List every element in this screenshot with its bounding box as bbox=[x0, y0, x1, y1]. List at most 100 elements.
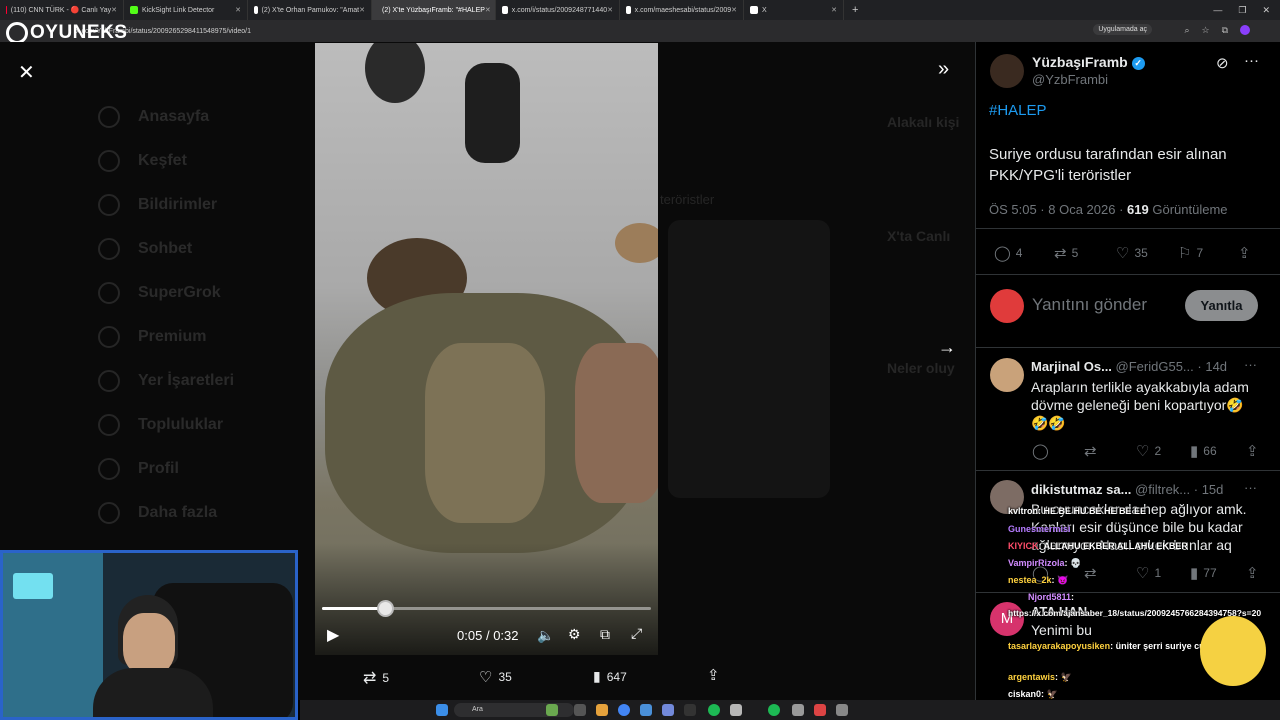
browser-tab[interactable]: X ✕ bbox=[744, 0, 844, 20]
webcam-overlay bbox=[0, 550, 298, 720]
repost-button[interactable]: ⇄ bbox=[1084, 442, 1102, 460]
views-icon: ▮ bbox=[593, 668, 601, 684]
chat-line: KIYICK: ALLAHU EKBER ALLAHU EKBER bbox=[1008, 541, 1188, 551]
task-view-icon[interactable] bbox=[574, 704, 586, 716]
discord-icon[interactable] bbox=[662, 704, 674, 716]
media-views[interactable]: ▮ 647 bbox=[593, 668, 627, 685]
browser-tab[interactable]: (2) X'te Orhan Pamukov: "Amat ✕ bbox=[248, 0, 372, 20]
fullscreen-icon[interactable]: ⤢ bbox=[631, 625, 642, 642]
bookmark-button[interactable]: ⚐ 7 bbox=[1178, 244, 1203, 262]
repost-icon: ⇄ bbox=[363, 670, 377, 687]
settings-icon[interactable]: ⚙ bbox=[568, 626, 581, 643]
pip-icon[interactable]: ⧉ bbox=[600, 626, 610, 643]
video-player[interactable]: ▶ 0:05 / 0:32 🔈 ⚙ ⧉ ⤢ bbox=[315, 43, 658, 655]
more-icon bbox=[98, 502, 120, 524]
grok-icon[interactable]: ⊘ bbox=[1216, 54, 1229, 72]
media-stats-bar: ⇄ 5 ♡ 35 ▮ 647 ⇪ bbox=[315, 662, 735, 690]
app-icon[interactable] bbox=[730, 704, 742, 716]
my-avatar bbox=[990, 289, 1024, 323]
like-button[interactable]: ♡ 2 bbox=[1136, 442, 1161, 460]
share-button[interactable]: ⇪ bbox=[1238, 244, 1256, 262]
nav-explore: Keşfet bbox=[98, 150, 187, 172]
close-tab-icon[interactable]: ✕ bbox=[359, 6, 365, 14]
widget-icon[interactable] bbox=[546, 704, 558, 716]
nav-bookmarks: Yer İşaretleri bbox=[98, 370, 234, 392]
video-progress-knob[interactable] bbox=[376, 600, 394, 617]
spotify-icon[interactable] bbox=[768, 704, 780, 716]
repost-button[interactable]: ⇄ 5 bbox=[1054, 244, 1078, 262]
new-tab-button[interactable]: + bbox=[844, 4, 866, 16]
browser-tab[interactable]: x.com/maeshesabi/status/2009 ✕ bbox=[620, 0, 744, 20]
close-tab-icon[interactable]: ✕ bbox=[485, 6, 491, 14]
open-in-app-chip[interactable]: Uygulamada aç bbox=[1093, 24, 1152, 35]
close-icon[interactable]: ✕ bbox=[18, 60, 35, 85]
zoom-icon[interactable]: ⌕ bbox=[1184, 25, 1189, 36]
tweet-meta: ÖS 5:05 · 8 Oca 2026 · 619 Görüntüleme bbox=[989, 202, 1228, 217]
reply-button[interactable]: ◯ 4 bbox=[994, 244, 1022, 262]
video-progress-bar[interactable] bbox=[322, 600, 651, 617]
live-heading: X'ta Canlı bbox=[887, 228, 951, 244]
reply-avatar[interactable] bbox=[990, 358, 1024, 392]
stream-chat-overlay: kvltron: HE BE HU BE HE BE EE Gunesmermi… bbox=[1000, 504, 1280, 720]
close-window-icon[interactable]: ✕ bbox=[1262, 5, 1270, 16]
bookmark-star-icon[interactable]: ☆ bbox=[1201, 25, 1209, 36]
os-taskbar: Ara bbox=[300, 700, 1280, 720]
edge-icon[interactable] bbox=[640, 704, 652, 716]
kick-icon bbox=[130, 6, 138, 14]
app-icon[interactable] bbox=[814, 704, 826, 716]
chat-icon bbox=[98, 238, 120, 260]
share-icon[interactable]: ⇪ bbox=[707, 666, 720, 684]
volume-icon[interactable]: 🔈 bbox=[537, 627, 554, 644]
verified-icon: ✓ bbox=[1131, 56, 1145, 70]
browser-tab[interactable]: (110) CNN TÜRK - 🔴 Canlı Yay ✕ bbox=[0, 0, 124, 20]
next-arrow-icon[interactable]: → bbox=[938, 337, 956, 358]
x-icon bbox=[626, 6, 631, 14]
address-bar[interactable]: x.com/YzbFrambi/status/20092652984115489… bbox=[0, 20, 1280, 42]
reply-input[interactable]: Yanıtını gönder bbox=[1032, 295, 1147, 315]
close-tab-icon[interactable]: ✕ bbox=[831, 6, 837, 14]
browser-tab-active[interactable]: (2) X'te YüzbaşıFramb: "#HALEP ✕ bbox=[372, 0, 496, 20]
obs-icon[interactable] bbox=[684, 704, 696, 716]
author-avatar[interactable] bbox=[990, 54, 1024, 88]
chat-line: Gunesmermisi bbox=[1008, 524, 1071, 534]
author-name[interactable]: YüzbaşıFramb ✓ bbox=[1032, 54, 1145, 70]
x-icon bbox=[254, 6, 258, 14]
more-options-icon[interactable]: ··· bbox=[1244, 357, 1257, 372]
explorer-icon[interactable] bbox=[596, 704, 608, 716]
close-tab-icon[interactable]: ✕ bbox=[607, 6, 613, 14]
chat-line: nestea_2k: 😈 bbox=[1008, 575, 1069, 585]
close-tab-icon[interactable]: ✕ bbox=[111, 6, 117, 14]
reply-icon: ◯ bbox=[1032, 443, 1049, 460]
play-icon[interactable]: ▶ bbox=[327, 625, 339, 645]
video-figure bbox=[365, 43, 425, 103]
tweet-text: Suriye ordusu tarafından esir alınan PKK… bbox=[989, 146, 1227, 184]
start-icon[interactable] bbox=[436, 704, 448, 716]
reply-button[interactable]: ◯ bbox=[1032, 442, 1054, 460]
views-button[interactable]: ▮ 66 bbox=[1190, 442, 1217, 460]
maximize-icon[interactable]: ❐ bbox=[1238, 5, 1246, 16]
reply-submit-button[interactable]: Yanıtla bbox=[1185, 290, 1258, 321]
share-icon: ⇪ bbox=[1246, 443, 1259, 460]
extensions-icon[interactable]: ⧉ bbox=[1222, 25, 1228, 36]
media-repost-button[interactable]: ⇄ 5 bbox=[363, 668, 389, 688]
like-button[interactable]: ♡ 35 bbox=[1116, 244, 1148, 262]
author-handle[interactable]: @YzbFrambi bbox=[1032, 72, 1108, 87]
spotify-icon[interactable] bbox=[708, 704, 720, 716]
close-tab-icon[interactable]: ✕ bbox=[235, 6, 241, 14]
more-options-icon[interactable]: ··· bbox=[1244, 480, 1257, 495]
close-tab-icon[interactable]: ✕ bbox=[731, 6, 737, 14]
chrome-icon[interactable] bbox=[618, 704, 630, 716]
profile-icon[interactable] bbox=[1240, 25, 1250, 35]
media-like-button[interactable]: ♡ 35 bbox=[479, 668, 512, 686]
browser-tab[interactable]: KickSight Link Detector ✕ bbox=[124, 0, 248, 20]
reply-header: dikistutmaz sa... @filtrek... · 15d bbox=[1031, 482, 1224, 497]
share-button[interactable]: ⇪ bbox=[1246, 442, 1264, 460]
app-icon[interactable] bbox=[792, 704, 804, 716]
hashtag-link[interactable]: #HALEP bbox=[989, 102, 1047, 119]
collapse-panel-icon[interactable]: » bbox=[938, 58, 949, 81]
search-icon bbox=[98, 150, 120, 172]
minimize-icon[interactable]: — bbox=[1213, 5, 1222, 16]
more-options-icon[interactable]: ··· bbox=[1244, 52, 1259, 69]
browser-tab[interactable]: x.com/i/status/2009248771440 ✕ bbox=[496, 0, 620, 20]
app-icon[interactable] bbox=[836, 704, 848, 716]
